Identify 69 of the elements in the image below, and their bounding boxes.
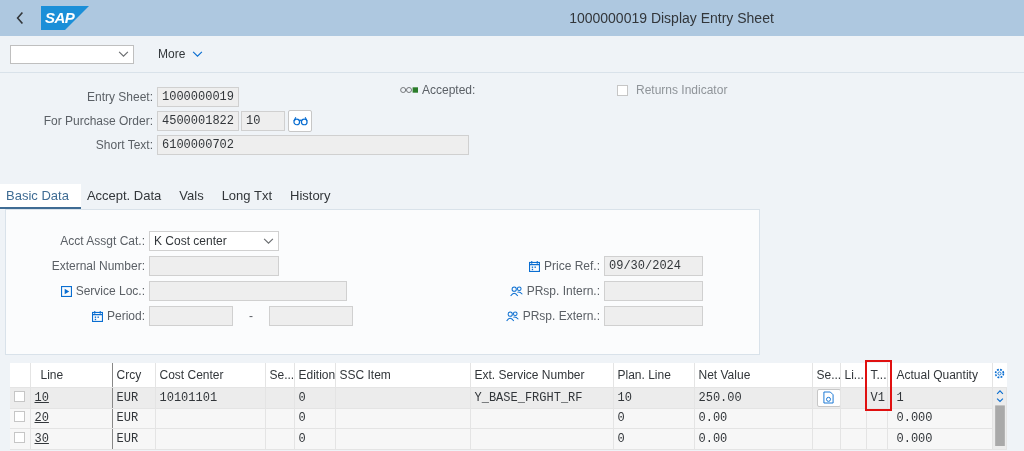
field-label: Price Ref.:	[544, 259, 600, 273]
column-header[interactable]: T...	[866, 363, 887, 388]
date-field[interactable]: 09/30/2024	[604, 256, 703, 276]
dropdown-field[interactable]	[10, 44, 134, 64]
row-checkbox[interactable]	[14, 432, 25, 444]
chevron-icon	[263, 237, 274, 245]
people-icon	[505, 310, 519, 322]
column-header[interactable]: Plan. Line	[613, 363, 694, 388]
input-field[interactable]: 4500001822	[157, 111, 239, 131]
column-header[interactable]: Actual Quantity	[887, 363, 992, 388]
field-label: For Purchase Order:	[42, 114, 153, 128]
document-icon	[823, 391, 834, 405]
row-checkbox[interactable]	[14, 390, 25, 402]
line-link[interactable]: 10	[34, 390, 49, 405]
field-label: Short Text:	[94, 138, 153, 152]
tab[interactable]: Long Txt	[215, 184, 284, 209]
tab[interactable]: Basic Data	[0, 184, 81, 209]
calendar-icon	[529, 260, 540, 272]
input-field[interactable]: 1000000019	[157, 87, 239, 107]
column-header[interactable]: Ext. Service Number	[470, 363, 613, 388]
back-icon[interactable]	[16, 11, 24, 25]
input-field[interactable]	[604, 281, 703, 301]
tab[interactable]: Vals	[173, 184, 216, 209]
field-label: Entry Sheet:	[85, 90, 153, 104]
display-button[interactable]	[288, 110, 312, 132]
line-link[interactable]: 30	[34, 432, 49, 447]
people-icon	[509, 285, 523, 297]
column-header[interactable]: Crcy	[112, 363, 155, 388]
input-field[interactable]	[149, 281, 347, 301]
field-label: Period:	[106, 309, 145, 323]
column-header[interactable]: Line	[30, 363, 112, 388]
field-label: PRsp. Intern.:	[526, 284, 600, 298]
more-button[interactable]: More	[152, 46, 210, 62]
field-label: PRsp. Extern.:	[522, 309, 600, 323]
glasses-icon	[292, 116, 308, 126]
window-title: 1000000019 Display Entry Sheet	[568, 10, 775, 26]
input-field[interactable]	[604, 306, 703, 326]
input-field[interactable]: 6100000702	[157, 135, 469, 155]
checkbox-label: Returns Indicator	[636, 83, 728, 97]
accepted-label: Accepted:	[422, 83, 476, 97]
column-header[interactable]: Net Value	[694, 363, 812, 388]
field-label: External Number:	[51, 259, 145, 273]
checkbox[interactable]	[617, 84, 628, 96]
column-header[interactable]: Cost Center	[155, 363, 265, 388]
status-light-icon	[400, 86, 418, 94]
range-separator: -	[248, 309, 254, 323]
chevron-icon	[118, 50, 129, 58]
highlight-frame	[865, 360, 892, 411]
input-field[interactable]	[149, 256, 279, 276]
field-label: Acct Assgt Cat.:	[60, 234, 145, 248]
play-icon	[60, 285, 72, 297]
input-field[interactable]	[269, 306, 353, 326]
logo: SAP	[41, 6, 89, 30]
settings-icon[interactable]	[993, 368, 1005, 379]
column-header[interactable]: SSC Item	[335, 363, 470, 388]
input-field[interactable]: 10	[241, 111, 285, 131]
scrollbar[interactable]	[994, 388, 1005, 446]
line-link[interactable]: 20	[34, 411, 49, 426]
input-field[interactable]	[149, 306, 233, 326]
dropdown-field[interactable]: K Cost center	[149, 231, 279, 251]
tab[interactable]: History	[284, 184, 343, 209]
column-header[interactable]: Li...	[840, 363, 866, 388]
column-header[interactable]: Se...	[265, 363, 294, 388]
tab[interactable]: Accept. Data	[80, 184, 174, 209]
chevron-icon	[192, 50, 204, 58]
field-label: Service Loc.:	[75, 284, 145, 298]
column-header[interactable]: Edition	[294, 363, 335, 388]
row-checkbox[interactable]	[14, 411, 25, 423]
calendar-icon	[91, 310, 103, 322]
